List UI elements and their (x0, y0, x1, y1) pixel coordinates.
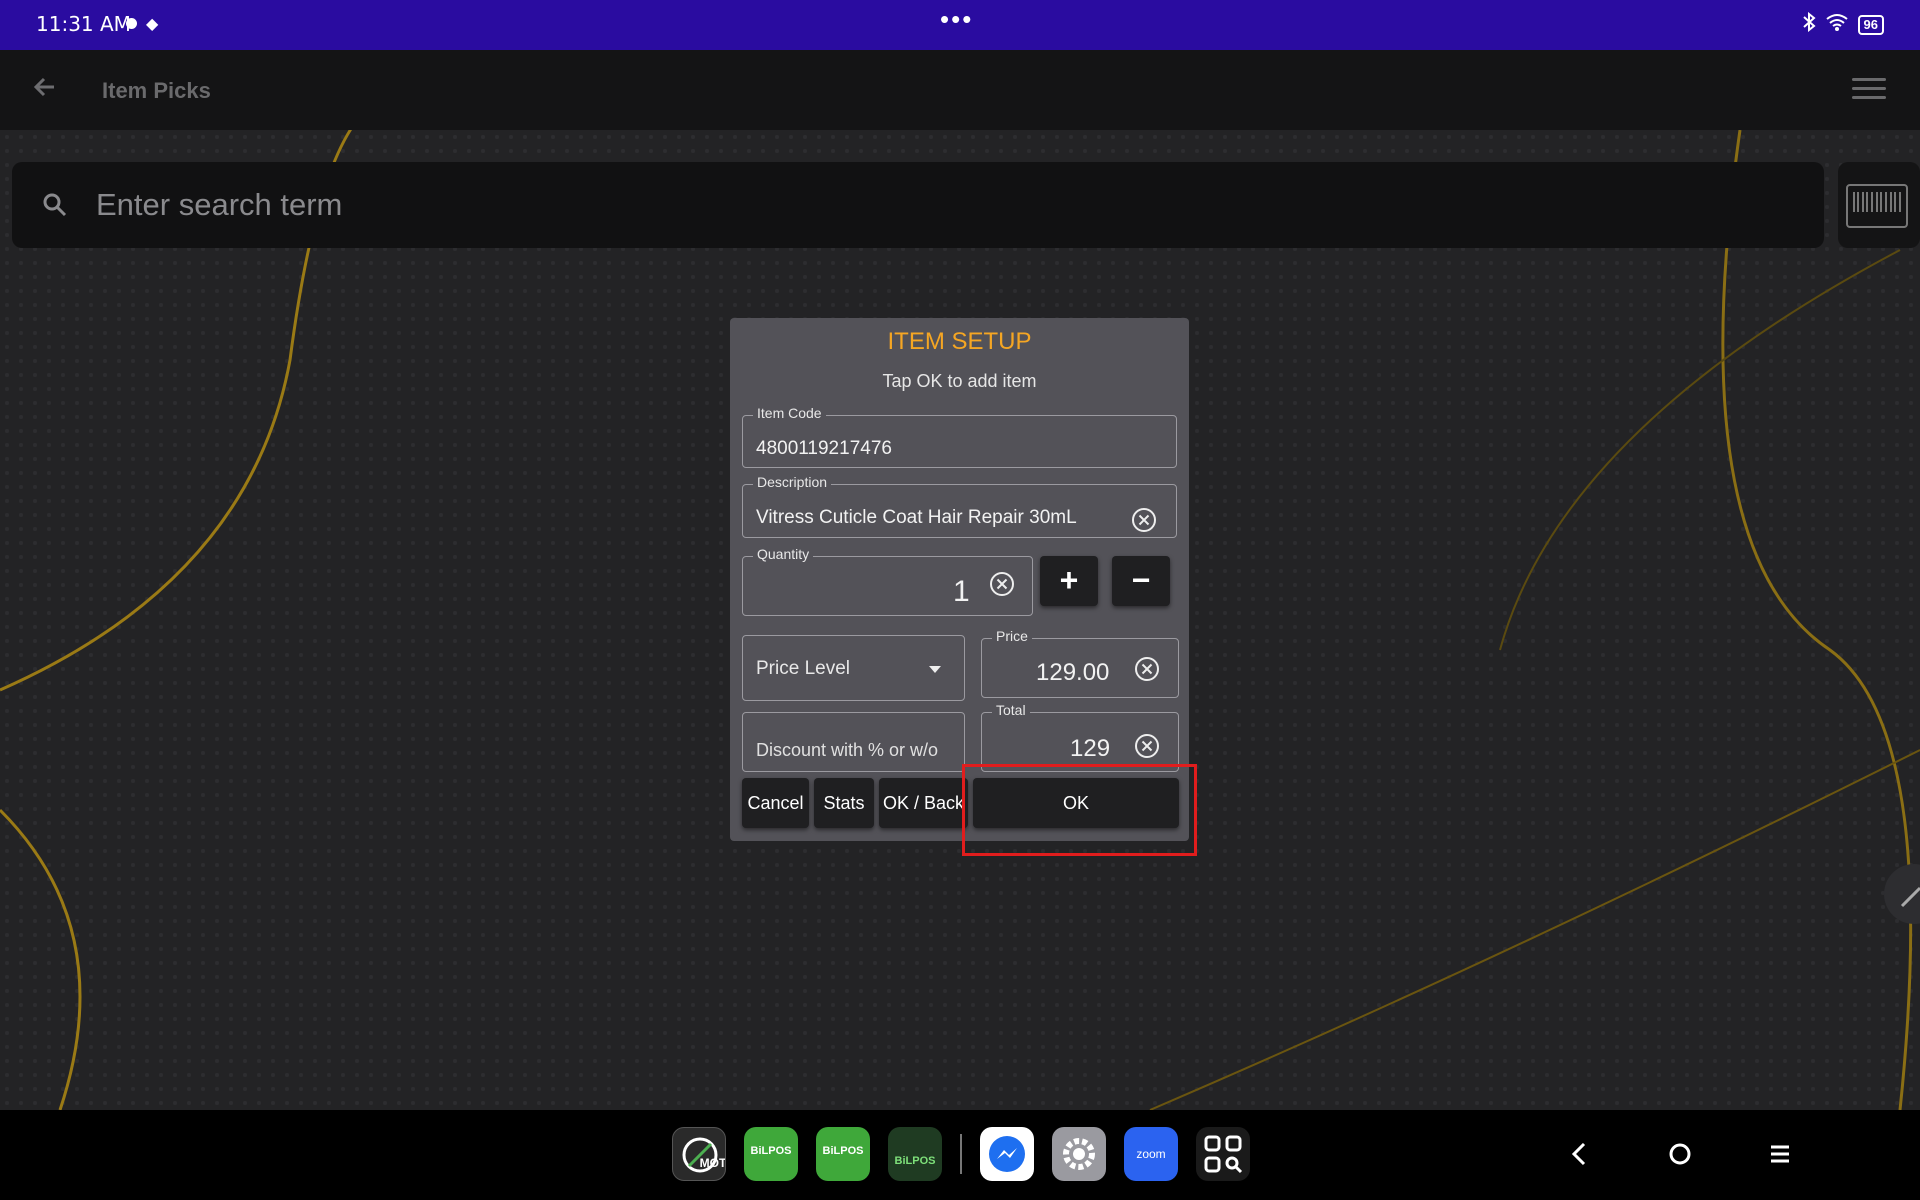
nav-back-icon[interactable] (1560, 1134, 1600, 1174)
barcode-icon (1846, 184, 1908, 228)
stats-button[interactable]: Stats (814, 778, 874, 828)
item-code-value: 4800119217476 (756, 438, 892, 459)
dock-app-billpos-attendance-label: BiLPOS (822, 1145, 864, 1157)
price-value: 129.00 (1036, 659, 1110, 686)
item-code-label: Item Code (753, 405, 826, 421)
clear-description-icon[interactable] (1131, 507, 1157, 533)
description-label: Description (753, 474, 832, 490)
description-field[interactable]: Description Vitress Cuticle Coat Hair Re… (742, 474, 1177, 538)
ok-button-highlight (962, 764, 1197, 856)
search-icon (40, 190, 70, 220)
dropdown-arrow-icon (929, 666, 941, 673)
dock-app-billpos-label: BiLPOS (750, 1145, 792, 1157)
dock-app-messenger[interactable] (980, 1127, 1034, 1181)
navigation-bar: MOT BiLPOS BiLPOS BiLPOS zoom (0, 1110, 1920, 1200)
clear-price-icon[interactable] (1134, 656, 1160, 682)
quantity-field[interactable]: Quantity 1 (742, 546, 1033, 616)
dialog-subtitle: Tap OK to add item (882, 371, 1037, 391)
app-bar: Item Picks (0, 50, 1920, 130)
dock-app-billpos[interactable]: BiLPOS (744, 1127, 798, 1181)
total-label: Total (992, 702, 1030, 718)
dock-app-mot-label: MOT (699, 1156, 726, 1170)
price-label: Price (992, 628, 1032, 644)
item-code-field[interactable]: Item Code 4800119217476 (742, 405, 1177, 468)
battery-icon: 96 (1857, 14, 1884, 35)
price-level-dropdown[interactable]: Price Level (742, 635, 965, 701)
back-arrow-icon[interactable] (30, 72, 60, 102)
nav-home-icon[interactable] (1660, 1134, 1700, 1174)
dock-app-drawer[interactable] (1196, 1127, 1250, 1181)
discount-field[interactable]: Discount with % or w/o (742, 712, 965, 772)
total-value: 129 (1070, 735, 1111, 762)
system-nav-keys (1560, 1134, 1800, 1174)
decrease-quantity-button[interactable]: − (1112, 556, 1170, 606)
more-dots-icon[interactable]: ••• (940, 4, 973, 35)
ok-back-button[interactable]: OK / Back (879, 778, 968, 828)
hamburger-menu-icon[interactable] (1852, 78, 1886, 102)
dock-app-billpos-attendance[interactable]: BiLPOS (816, 1127, 870, 1181)
search-bar[interactable] (12, 162, 1824, 248)
gear-icon (1063, 1138, 1095, 1170)
barcode-scan-button[interactable] (1838, 162, 1920, 248)
price-level-placeholder: Price Level (756, 658, 850, 679)
clear-quantity-icon[interactable] (989, 571, 1015, 597)
dock-separator (960, 1134, 962, 1174)
nfc-icon: ◆ (146, 16, 159, 33)
page-title: Item Picks (102, 78, 211, 103)
dock-app-zoom-label: zoom (1136, 1147, 1166, 1161)
dock-app-zoom[interactable]: zoom (1124, 1127, 1178, 1181)
search-input[interactable] (96, 180, 1796, 230)
nav-recents-icon[interactable] (1760, 1134, 1800, 1174)
dock-app-billpos-terminal-label: BiLPOS (894, 1155, 936, 1167)
dock-app-billpos-terminal[interactable]: BiLPOS (888, 1127, 942, 1181)
quantity-label: Quantity (753, 546, 814, 562)
app-dock: MOT BiLPOS BiLPOS BiLPOS zoom (672, 1127, 1250, 1181)
dock-app-settings[interactable] (1052, 1127, 1106, 1181)
increase-quantity-button[interactable]: + (1040, 556, 1098, 606)
status-icons: 96 (1802, 11, 1884, 37)
cancel-button[interactable]: Cancel (742, 778, 809, 828)
wifi-icon (1825, 13, 1848, 36)
messenger-icon (989, 1136, 1025, 1172)
clear-total-icon[interactable] (1134, 733, 1160, 759)
price-field[interactable]: Price 129.00 (981, 628, 1179, 698)
status-bar: 11:31 AM ◆ ••• 96 (0, 0, 1920, 50)
status-time: 11:31 AM (36, 12, 131, 36)
description-value: Vitress Cuticle Coat Hair Repair 30mL (756, 507, 1077, 528)
bluetooth-icon (1802, 11, 1816, 37)
quantity-value: 1 (953, 575, 970, 608)
dock-app-mot[interactable]: MOT (672, 1127, 726, 1181)
notification-icon (126, 18, 137, 29)
discount-placeholder: Discount with % or w/o (756, 740, 939, 760)
app-grid-icon (1204, 1135, 1243, 1174)
dialog-title: ITEM SETUP (887, 328, 1032, 355)
total-field[interactable]: Total 129 (981, 702, 1179, 772)
item-setup-dialog: ITEM SETUP Tap OK to add item Item Code … (730, 318, 1189, 841)
